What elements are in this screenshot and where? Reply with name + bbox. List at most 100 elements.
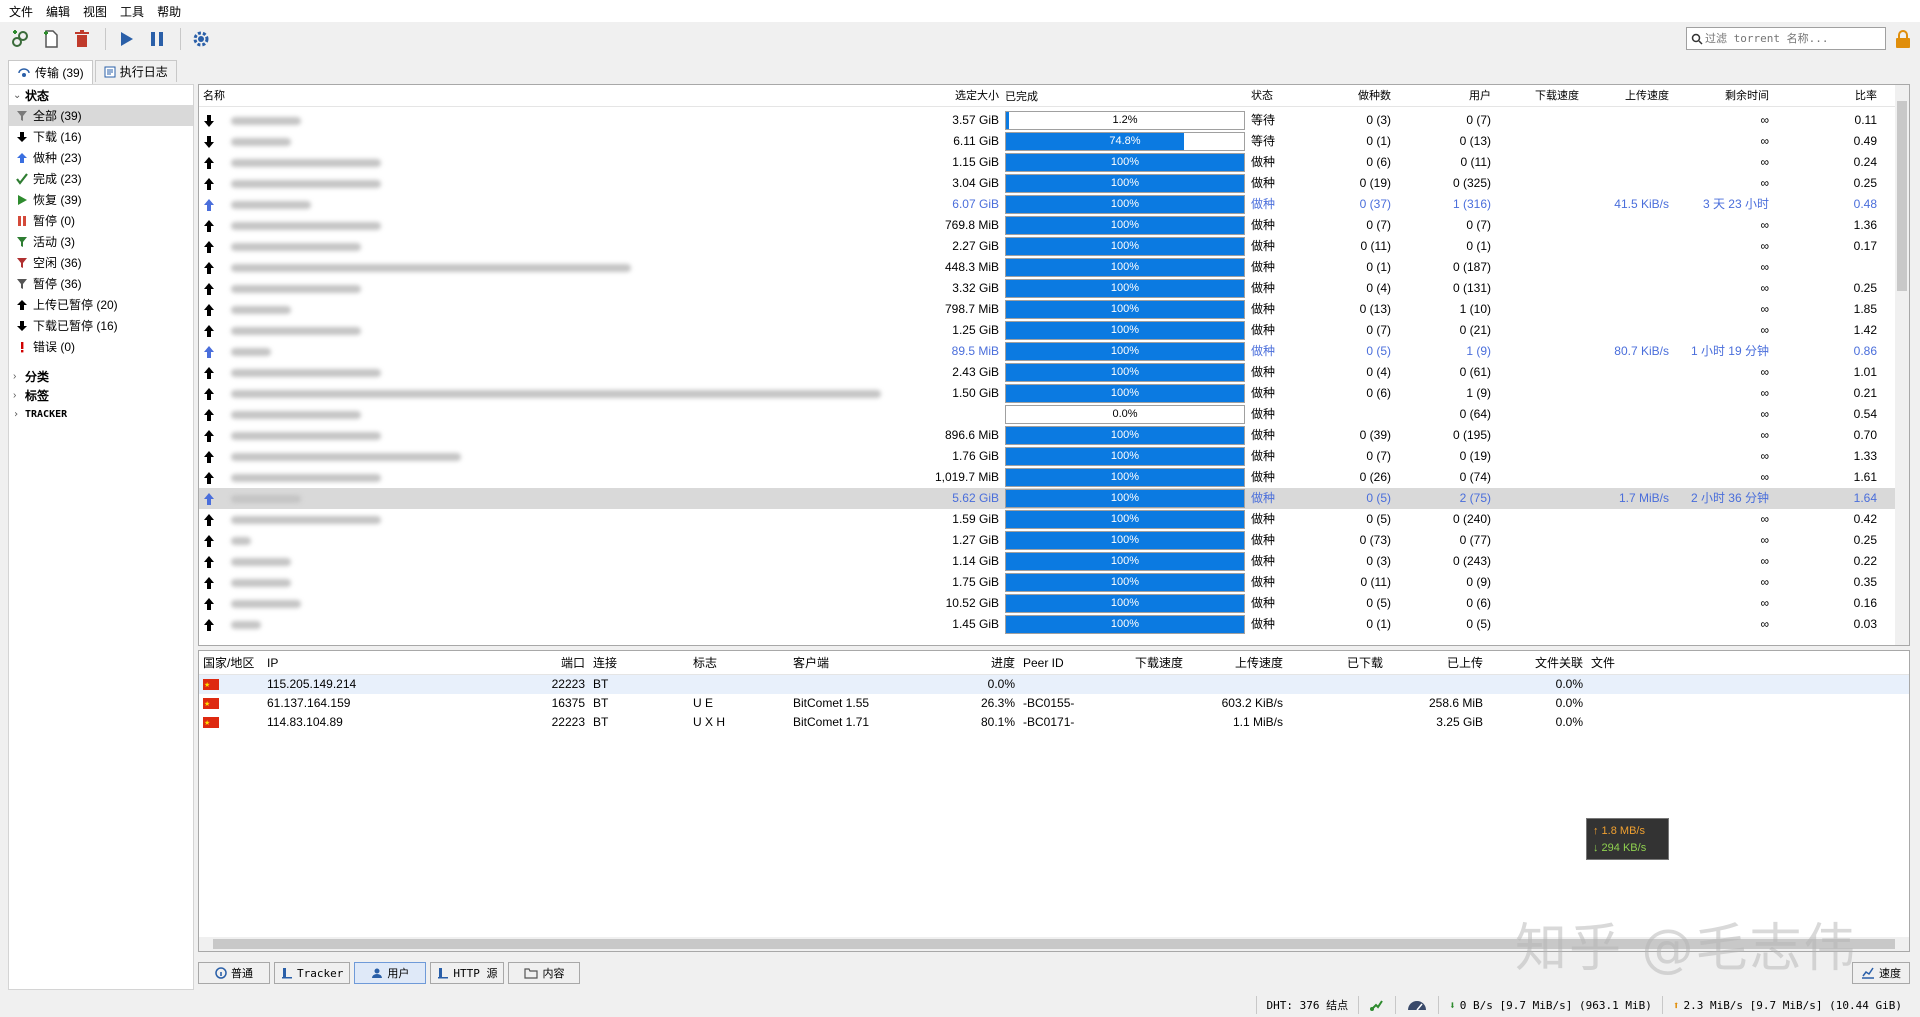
torrent-row[interactable]: 1.25 GiB 100% 做种 0 (7) 0 (21) ∞ 1.42 <box>199 320 1899 341</box>
tracker-group[interactable]: › TRACKER <box>9 405 193 424</box>
column-client[interactable]: 客户端 <box>789 651 919 675</box>
speed-limit-toggle[interactable] <box>1395 996 1438 1014</box>
torrent-row[interactable]: 1.14 GiB 100% 做种 0 (3) 0 (243) ∞ 0.22 <box>199 551 1899 572</box>
peer-row[interactable]: 61.137.164.159 16375 BT U E BitComet 1.5… <box>199 694 1909 713</box>
add-link-button[interactable] <box>6 25 34 53</box>
column-peer-progress[interactable]: 进度 <box>919 651 1019 675</box>
column-upload-speed[interactable]: 上传速度 <box>1583 85 1673 107</box>
column-size[interactable]: 选定大小 <box>929 85 1003 107</box>
connection-ok-icon <box>1370 1000 1383 1011</box>
torrent-row[interactable]: 3.57 GiB 1.2% 等待 0 (3) 0 (7) ∞ 0.11 <box>199 110 1899 131</box>
torrent-row[interactable]: 6.11 GiB 74.8% 等待 0 (1) 0 (13) ∞ 0.49 <box>199 131 1899 152</box>
peer-row[interactable]: 115.205.149.214 22223 BT 0.0% 0.0% <box>199 675 1909 694</box>
menu-item-4[interactable]: 帮助 <box>154 3 191 20</box>
torrent-seeds: 0 (7) <box>1366 449 1391 463</box>
status-filter-item[interactable]: 完成 (23) <box>9 168 193 189</box>
status-filter-item[interactable]: 活动 (3) <box>9 231 193 252</box>
torrent-list-scrollbar[interactable] <box>1895 85 1909 645</box>
detail-tab-1[interactable]: Tracker <box>274 962 351 984</box>
torrent-row[interactable]: 1.76 GiB 100% 做种 0 (7) 0 (19) ∞ 1.33 <box>199 446 1899 467</box>
torrent-row[interactable]: 798.7 MiB 100% 做种 0 (13) 1 (10) ∞ 1.85 <box>199 299 1899 320</box>
detail-tab-4[interactable]: 内容 <box>508 962 581 984</box>
menu-item-2[interactable]: 视图 <box>80 3 117 20</box>
column-seeds[interactable]: 做种数 <box>1309 85 1395 107</box>
add-file-button[interactable] <box>37 25 65 53</box>
status-filter-item[interactable]: 空闲 (36) <box>9 252 193 273</box>
tab-transfers[interactable]: 传输 (39) <box>8 60 93 84</box>
upload-status[interactable]: ⬆ 2.3 MiB/s [9.7 MiB/s] (10.44 GiB) <box>1661 996 1912 1014</box>
column-peer-upload-speed[interactable]: 上传速度 <box>1187 651 1287 675</box>
torrent-row[interactable]: 0.0% 做种 0 (64) ∞ 0.54 <box>199 404 1899 425</box>
detail-tab-2[interactable]: 用户 <box>354 962 427 984</box>
torrent-row[interactable]: 2.27 GiB 100% 做种 0 (11) 0 (1) ∞ 0.17 <box>199 236 1899 257</box>
options-button[interactable] <box>187 25 215 53</box>
status-filter-item[interactable]: 上传已暂停 (20) <box>9 294 193 315</box>
torrent-row[interactable]: 1.50 GiB 100% 做种 0 (6) 1 (9) ∞ 0.21 <box>199 383 1899 404</box>
column-peers[interactable]: 用户 <box>1395 85 1495 107</box>
torrent-row[interactable]: 10.52 GiB 100% 做种 0 (5) 0 (6) ∞ 0.16 <box>199 593 1899 614</box>
column-peer-id[interactable]: Peer ID <box>1019 651 1087 675</box>
torrent-row[interactable]: 1.27 GiB 100% 做种 0 (73) 0 (77) ∞ 0.25 <box>199 530 1899 551</box>
resume-button[interactable] <box>112 25 140 53</box>
torrent-row[interactable]: 1.15 GiB 100% 做种 0 (6) 0 (11) ∞ 0.24 <box>199 152 1899 173</box>
lock-icon[interactable] <box>1894 29 1912 52</box>
torrent-row[interactable]: 896.6 MiB 100% 做种 0 (39) 0 (195) ∞ 0.70 <box>199 425 1899 446</box>
status-filter-item[interactable]: 暂停 (0) <box>9 210 193 231</box>
torrent-row[interactable]: 1.75 GiB 100% 做种 0 (11) 0 (9) ∞ 0.35 <box>199 572 1899 593</box>
menu-item-0[interactable]: 文件 <box>6 3 43 20</box>
column-downloaded[interactable]: 已下载 <box>1287 651 1387 675</box>
torrent-row[interactable]: 2.43 GiB 100% 做种 0 (4) 0 (61) ∞ 1.01 <box>199 362 1899 383</box>
column-country[interactable]: 国家/地区 <box>199 651 263 675</box>
torrent-row[interactable]: 448.3 MiB 100% 做种 0 (1) 0 (187) ∞ <box>199 257 1899 278</box>
column-eta[interactable]: 剩余时间 <box>1673 85 1773 107</box>
status-filter-item[interactable]: 做种 (23) <box>9 147 193 168</box>
column-progress[interactable]: 已完成 <box>1003 85 1247 107</box>
column-relevance[interactable]: 文件关联 <box>1487 651 1587 675</box>
column-flags[interactable]: 标志 <box>689 651 789 675</box>
column-files[interactable]: 文件 <box>1587 651 1647 675</box>
status-filter-item[interactable]: 下载 (16) <box>9 126 193 147</box>
category-group[interactable]: › 分类 <box>9 367 193 386</box>
delete-button[interactable] <box>68 25 96 53</box>
filter-input[interactable] <box>1703 29 1885 48</box>
torrent-row[interactable]: 3.04 GiB 100% 做种 0 (19) 0 (325) ∞ 0.25 <box>199 173 1899 194</box>
menu-item-3[interactable]: 工具 <box>117 3 154 20</box>
speed-tab[interactable]: 速度 <box>1852 962 1910 984</box>
connection-status[interactable] <box>1358 996 1395 1014</box>
status-filter-item[interactable]: 错误 (0) <box>9 336 193 357</box>
torrent-row[interactable]: 1.59 GiB 100% 做种 0 (5) 0 (240) ∞ 0.42 <box>199 509 1899 530</box>
status-filter-item[interactable]: 暂停 (36) <box>9 273 193 294</box>
column-download-speed[interactable]: 下载速度 <box>1495 85 1583 107</box>
column-connection[interactable]: 连接 <box>589 651 689 675</box>
status-group[interactable]: ⌄ 状态 <box>9 86 193 105</box>
status-filter-item[interactable]: 全部 (39) <box>9 105 193 126</box>
column-status[interactable]: 状态 <box>1247 85 1309 107</box>
peer-relevance: 0.0% <box>1555 677 1583 691</box>
torrent-row[interactable]: 1.45 GiB 100% 做种 0 (1) 0 (5) ∞ 0.03 <box>199 614 1899 635</box>
torrent-row[interactable]: 1,019.7 MiB 100% 做种 0 (26) 0 (74) ∞ 1.61 <box>199 467 1899 488</box>
detail-tab-3[interactable]: HTTP 源 <box>430 962 505 984</box>
torrent-row[interactable]: 5.62 GiB 100% 做种 0 (5) 2 (75) 1.7 MiB/s … <box>199 488 1899 509</box>
scrollbar-thumb[interactable] <box>1897 101 1907 291</box>
column-peer-download-speed[interactable]: 下载速度 <box>1087 651 1187 675</box>
column-port[interactable]: 端口 <box>489 651 589 675</box>
download-status[interactable]: ⬇ 0 B/s [9.7 MiB/s] (963.1 MiB) <box>1438 996 1662 1014</box>
column-uploaded[interactable]: 已上传 <box>1387 651 1487 675</box>
pause-button[interactable] <box>143 25 171 53</box>
torrent-status: 等待 <box>1251 113 1276 127</box>
torrent-row[interactable]: 3.32 GiB 100% 做种 0 (4) 0 (131) ∞ 0.25 <box>199 278 1899 299</box>
tag-group[interactable]: › 标签 <box>9 386 193 405</box>
peer-row[interactable]: 114.83.104.89 22223 BT U X H BitComet 1.… <box>199 713 1909 732</box>
torrent-row[interactable]: 6.07 GiB 100% 做种 0 (37) 1 (316) 41.5 KiB… <box>199 194 1899 215</box>
column-name[interactable]: 名称 <box>199 85 929 107</box>
column-ip[interactable]: IP <box>263 651 489 675</box>
menu-item-1[interactable]: 编辑 <box>43 3 80 20</box>
tab-execution-log[interactable]: 执行日志 <box>94 60 177 82</box>
torrent-row[interactable]: 769.8 MiB 100% 做种 0 (7) 0 (7) ∞ 1.36 <box>199 215 1899 236</box>
detail-tab-0[interactable]: 普通 <box>198 962 270 984</box>
status-filter-item[interactable]: 下载已暂停 (16) <box>9 315 193 336</box>
column-ratio[interactable]: 比率 <box>1773 85 1881 107</box>
torrent-row[interactable]: 89.5 MiB 100% 做种 0 (5) 1 (9) 80.7 KiB/s … <box>199 341 1899 362</box>
status-filter-item[interactable]: 恢复 (39) <box>9 189 193 210</box>
progress-bar: 100% <box>1005 342 1245 361</box>
